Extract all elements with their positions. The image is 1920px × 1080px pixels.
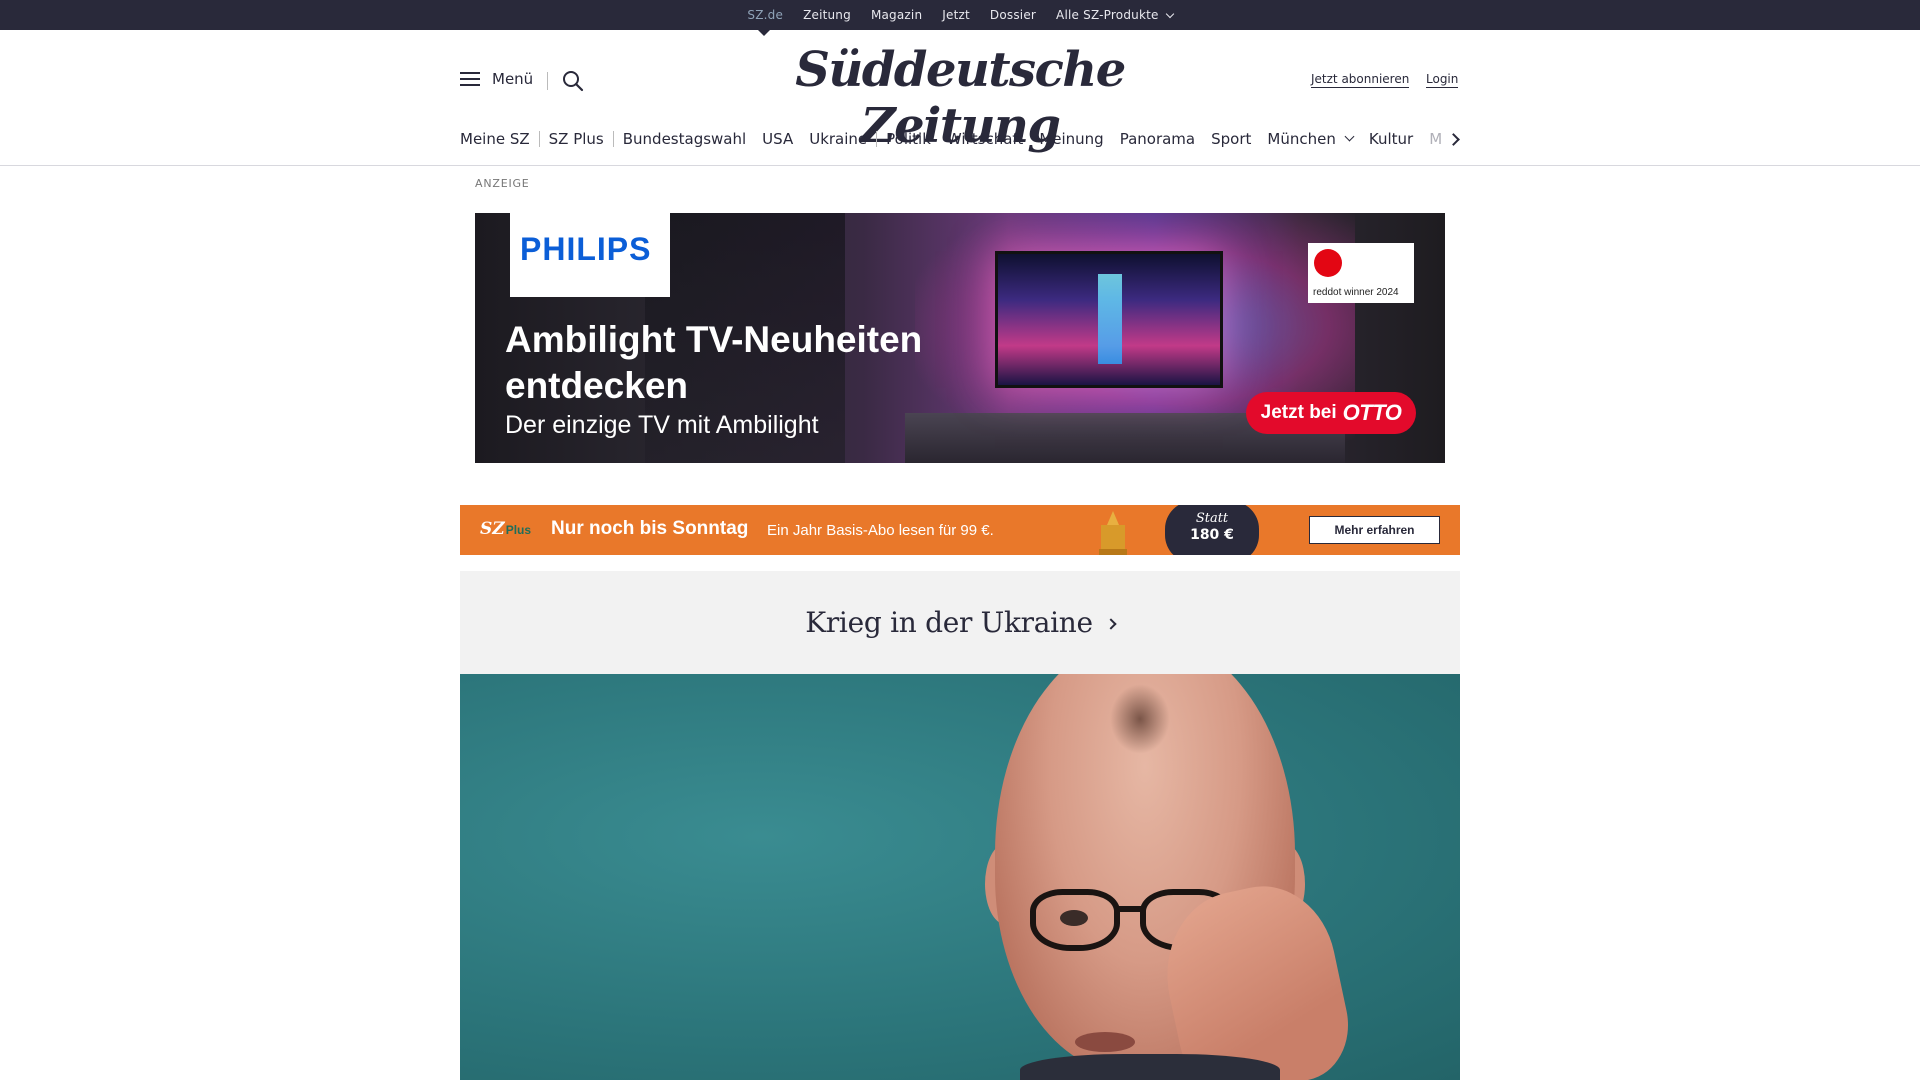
product-link-alle-produkte[interactable]: Alle SZ-Produkte: [1056, 8, 1174, 22]
photo-mouth: [1075, 1032, 1135, 1052]
photo-glasses-bridge: [1116, 906, 1144, 912]
nav-item-meinung[interactable]: Meinung: [1039, 130, 1103, 148]
chevron-down-icon: [1344, 131, 1355, 141]
nav-item-meine-sz[interactable]: Meine SZ: [460, 130, 530, 148]
ad-label: ANZEIGE: [475, 177, 530, 190]
otto-logo: OTTO: [1342, 400, 1402, 425]
product-link-magazin[interactable]: Magazin: [871, 8, 922, 22]
ad-subline: Der einzige TV mit Ambilight: [505, 411, 819, 439]
ad-cta-button[interactable]: Jetzt bei OTTO: [1246, 392, 1416, 434]
nav-item-sport[interactable]: Sport: [1211, 130, 1251, 148]
ad-banner[interactable]: PHILIPS Ambilight TV-Neuheiten entdecken…: [475, 213, 1445, 463]
ad-cta-label: Jetzt bei: [1260, 402, 1337, 423]
nav-item-bundestagswahl[interactable]: Bundestagswahl: [623, 130, 746, 148]
reddot-icon: [1314, 249, 1342, 277]
nav-divider: [876, 131, 878, 147]
sz-plus-logo-plus: Plus: [505, 523, 532, 537]
product-bar: SZ.de Zeitung Magazin Jetzt Dossier Alle…: [0, 0, 1920, 36]
trophy-icon: [1099, 511, 1127, 555]
photo-collar: [1020, 1054, 1280, 1080]
reddot-award-badge: reddot winner 2024: [1308, 243, 1414, 303]
ad-tv-image: [995, 251, 1223, 388]
photo-glasses-left: [1030, 889, 1120, 951]
menu-button[interactable]: Menü: [460, 70, 533, 88]
nav-item-politik[interactable]: Politik: [886, 130, 931, 148]
subscribe-link[interactable]: Jetzt abonnieren: [1311, 72, 1410, 88]
nav-item-panorama[interactable]: Panorama: [1120, 130, 1195, 148]
hamburger-icon: [460, 72, 480, 86]
nav-item-muenchen-label: München: [1267, 130, 1336, 148]
promo-price-badge: Statt 180 €: [1165, 505, 1259, 555]
mehr-erfahren-button[interactable]: Mehr erfahren: [1309, 516, 1440, 544]
product-link-dossier[interactable]: Dossier: [990, 8, 1036, 22]
nav-item-muenchen[interactable]: München: [1267, 130, 1355, 148]
promo-price-statt: Statt: [1195, 511, 1229, 526]
product-bar-links: SZ.de Zeitung Magazin Jetzt Dossier Alle…: [0, 0, 1920, 30]
nav-item-ukraine[interactable]: Ukraine: [809, 130, 867, 148]
promo-title: Nur noch bis Sonntag: [551, 518, 749, 539]
section-title: Krieg in der Ukraine: [805, 606, 1093, 639]
product-link-sz-de[interactable]: SZ.de: [747, 8, 783, 22]
product-link-zeitung[interactable]: Zeitung: [803, 8, 851, 22]
nav-item-kultur[interactable]: Kultur: [1369, 130, 1413, 148]
alle-produkte-label: Alle SZ-Produkte: [1056, 8, 1159, 22]
chevron-right-icon: [1105, 617, 1117, 630]
ad-headline: Ambilight TV-Neuheiten entdecken: [505, 319, 923, 406]
product-link-jetzt[interactable]: Jetzt: [942, 8, 970, 22]
promo-price-old: 180 €: [1190, 527, 1234, 543]
nav-item-truncated[interactable]: M: [1429, 130, 1442, 148]
sz-plus-promo-banner[interactable]: SZPlus Nur noch bis Sonntag Ein Jahr Bas…: [460, 505, 1460, 555]
section-header-ukraine[interactable]: Krieg in der Ukraine: [460, 571, 1460, 674]
photo-hair: [1110, 684, 1170, 754]
promo-text: Ein Jahr Basis-Abo lesen für 99 €.: [767, 522, 994, 539]
nav-scroll-right-icon[interactable]: [1448, 132, 1462, 146]
nav-item-usa[interactable]: USA: [762, 130, 793, 148]
hero-image[interactable]: [460, 674, 1460, 1080]
divider: [547, 72, 548, 90]
main-navigation: Meine SZ SZ Plus Bundestagswahl USA Ukra…: [460, 127, 1460, 151]
search-icon[interactable]: [562, 70, 584, 92]
login-link[interactable]: Login: [1426, 72, 1459, 88]
nav-item-sz-plus[interactable]: SZ Plus: [549, 130, 604, 148]
nav-divider: [538, 131, 540, 147]
nav-item-wirtschaft[interactable]: Wirtschaft: [947, 130, 1023, 148]
sz-plus-logo: SZPlus: [480, 519, 531, 539]
philips-logo: PHILIPS: [520, 231, 652, 267]
chevron-down-icon: [1165, 9, 1174, 19]
reddot-label: reddot winner 2024: [1313, 287, 1399, 298]
menu-label: Menü: [492, 70, 534, 88]
nav-divider: [612, 131, 614, 147]
sz-plus-logo-sz: SZ: [480, 519, 505, 539]
site-header: Menü Süddeutsche Zeitung Jetzt abonniere…: [0, 30, 1920, 166]
